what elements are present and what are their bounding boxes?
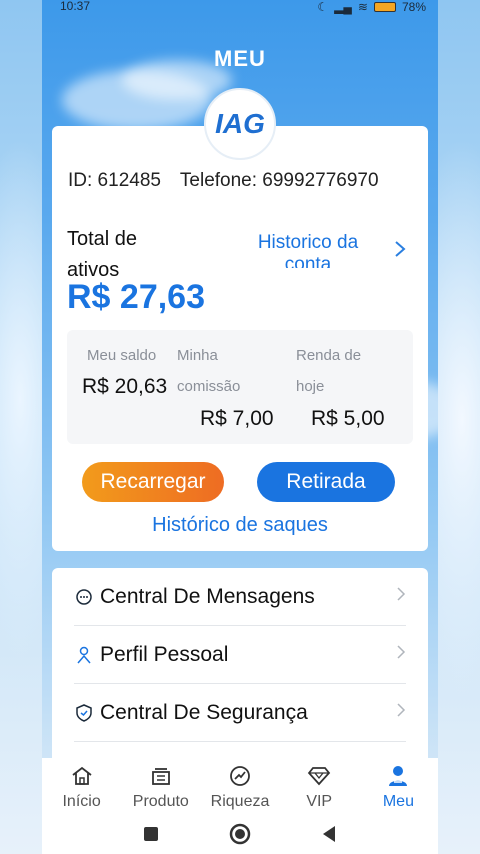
tab-label: Início: [62, 793, 101, 810]
menu-card: Central De Mensagens Perfil Pessoal Cent…: [52, 568, 428, 768]
menu-item-profile[interactable]: Perfil Pessoal: [74, 626, 406, 684]
system-nav-bar: [42, 818, 438, 854]
product-icon: [149, 764, 173, 788]
menu-item-label: Central De Segurança: [100, 700, 308, 724]
menu-item-messages[interactable]: Central De Mensagens: [74, 568, 406, 626]
tab-riqueza[interactable]: Riqueza: [200, 758, 279, 818]
shield-icon: [74, 703, 94, 723]
battery-level: 78%: [401, 0, 426, 14]
user-id: ID: 612485: [68, 170, 161, 191]
wealth-icon: [228, 764, 252, 788]
menu-item-security[interactable]: Central De Segurança: [74, 684, 406, 742]
withdraw-button[interactable]: Retirada: [257, 462, 395, 502]
user-phone: Telefone: 69992776970: [179, 170, 379, 191]
withdraw-history-link[interactable]: Histórico de saques: [52, 514, 428, 538]
account-card: ID: 612485 Telefone: 69992776970 Total d…: [52, 126, 428, 551]
chevron-right-icon: [396, 702, 406, 723]
account-history-link[interactable]: Historico da conta: [238, 232, 378, 268]
tab-label: Riqueza: [210, 793, 270, 810]
menu-item-label: Central De Mensagens: [100, 584, 315, 608]
balance-label: Meu saldo: [87, 347, 157, 364]
tab-label: VIP: [306, 793, 333, 810]
diamond-icon: [307, 764, 331, 788]
home-icon: [70, 764, 94, 788]
home-button[interactable]: [229, 823, 251, 850]
signal-icon: ▂▄: [334, 0, 352, 14]
total-assets-label: Total de ativos: [67, 228, 138, 281]
message-icon: [74, 587, 94, 607]
tab-meu[interactable]: Meu: [359, 758, 438, 818]
app-screen: 10:37 ☾ ▂▄ ≋ 78% MEU IAG ID: 612485 Tele…: [42, 0, 438, 854]
person-icon: [74, 645, 94, 665]
tab-produto[interactable]: Produto: [121, 758, 200, 818]
page-title: MEU: [214, 46, 266, 71]
recharge-button[interactable]: Recarregar: [82, 462, 224, 502]
back-button[interactable]: [321, 825, 337, 848]
moon-icon: ☾: [317, 0, 329, 14]
chevron-right-icon: [396, 644, 406, 665]
status-bar: 10:37 ☾ ▂▄ ≋ 78%: [42, 0, 438, 14]
total-assets-value: R$ 27,63: [67, 278, 205, 316]
menu-item-label: Perfil Pessoal: [100, 642, 229, 666]
commission-value: R$ 7,00: [200, 407, 274, 430]
commission-label: Minha comissão: [177, 347, 241, 395]
company-logo: IAG: [204, 88, 276, 160]
user-icon: [386, 764, 410, 788]
battery-icon: [373, 2, 396, 12]
balance-value: R$ 20,63: [82, 375, 168, 398]
income-value: R$ 5,00: [311, 407, 385, 430]
chevron-right-icon[interactable]: [394, 240, 406, 263]
status-time: 10:37: [60, 0, 91, 13]
income-label: Renda de hoje: [296, 347, 362, 395]
tab-label: Meu: [382, 793, 414, 810]
wifi-icon: ≋: [357, 0, 368, 14]
bottom-tab-bar: Início Produto Riqueza VIP Meu: [42, 758, 438, 818]
recents-button[interactable]: [143, 826, 159, 847]
tab-vip[interactable]: VIP: [280, 758, 359, 818]
tab-label: Produto: [132, 793, 189, 810]
chevron-right-icon: [396, 586, 406, 607]
tab-inicio[interactable]: Início: [42, 758, 121, 818]
stats-panel: Meu saldo R$ 20,63 Minha comissão R$ 7,0…: [67, 330, 413, 444]
